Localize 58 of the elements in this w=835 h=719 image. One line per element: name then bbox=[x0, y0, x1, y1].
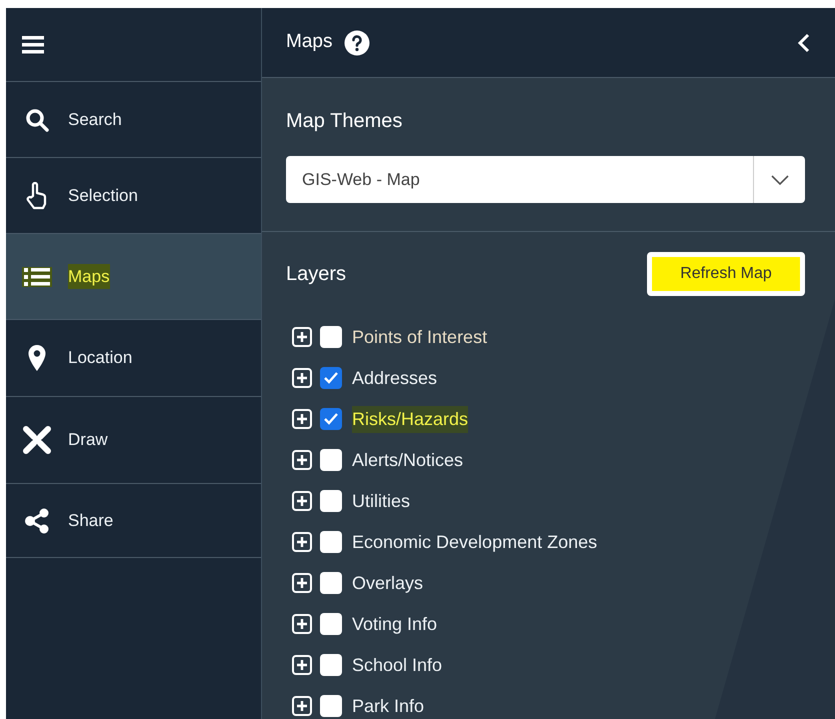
checkmark-icon bbox=[324, 372, 338, 384]
layer-label[interactable]: Alerts/Notices bbox=[352, 446, 464, 474]
section-title: Layers bbox=[286, 262, 346, 287]
help-icon[interactable] bbox=[344, 30, 370, 56]
layer-label[interactable]: Park Info bbox=[352, 692, 424, 719]
sidebar-item[interactable]: Share bbox=[6, 484, 261, 558]
pointing-hand-icon bbox=[25, 182, 49, 210]
share-icon bbox=[24, 508, 50, 534]
layer-label[interactable]: Addresses bbox=[352, 364, 438, 392]
sidebar-label: Maps bbox=[68, 264, 110, 290]
layer-checkbox[interactable] bbox=[320, 326, 342, 348]
layer-checkbox[interactable] bbox=[320, 408, 342, 430]
refresh-button[interactable]: Refresh Map bbox=[647, 252, 805, 296]
layer-label[interactable]: Economic Development Zones bbox=[352, 528, 598, 556]
layer-checkbox[interactable] bbox=[320, 367, 342, 389]
expand-icon[interactable] bbox=[292, 532, 312, 552]
sidebar-label: Draw bbox=[68, 429, 108, 452]
expand-icon[interactable] bbox=[292, 409, 312, 429]
expand-icon[interactable] bbox=[292, 655, 312, 675]
sidebar-label: Share bbox=[68, 510, 114, 532]
panel-title: Maps bbox=[286, 30, 332, 54]
chevron-down-icon[interactable] bbox=[770, 174, 788, 184]
layer-checkbox[interactable] bbox=[320, 572, 342, 594]
layer-checkbox[interactable] bbox=[320, 490, 342, 512]
layer-checkbox[interactable] bbox=[320, 613, 342, 635]
sidebar-item[interactable]: Location bbox=[6, 320, 261, 397]
expand-icon[interactable] bbox=[292, 696, 312, 716]
checkmark-icon bbox=[324, 413, 338, 425]
layer-label[interactable]: Risks/Hazards bbox=[352, 406, 468, 432]
list-icon bbox=[24, 266, 50, 286]
layer-label[interactable]: Utilities bbox=[352, 488, 410, 514]
expand-icon[interactable] bbox=[292, 450, 312, 470]
layer-label[interactable]: Voting Info bbox=[352, 610, 438, 638]
sidebar-item[interactable]: Maps bbox=[6, 234, 261, 320]
sidebar-label: Selection bbox=[68, 184, 138, 207]
location-pin-icon bbox=[27, 344, 47, 372]
expand-icon[interactable] bbox=[292, 327, 312, 347]
layer-checkbox[interactable] bbox=[320, 531, 342, 553]
sidebar-label: Search bbox=[68, 108, 122, 131]
menu-icon[interactable] bbox=[22, 36, 44, 54]
layer-label[interactable]: Overlays bbox=[352, 570, 424, 596]
layer-checkbox[interactable] bbox=[320, 695, 342, 717]
sidebar-item[interactable]: Draw bbox=[6, 397, 261, 484]
sidebar-item[interactable]: Search bbox=[6, 82, 261, 158]
search-icon bbox=[25, 108, 49, 132]
expand-icon[interactable] bbox=[292, 614, 312, 634]
expand-icon[interactable] bbox=[292, 368, 312, 388]
layer-label[interactable]: School Info bbox=[352, 652, 442, 678]
sidebar-label: Location bbox=[68, 347, 132, 370]
expand-icon[interactable] bbox=[292, 573, 312, 593]
layer-checkbox[interactable] bbox=[320, 654, 342, 676]
layer-checkbox[interactable] bbox=[320, 449, 342, 471]
layer-label[interactable]: Points of Interest bbox=[352, 324, 488, 350]
draw-tools-icon bbox=[23, 426, 51, 454]
section-title: Map Themes bbox=[286, 109, 404, 134]
expand-icon[interactable] bbox=[292, 491, 312, 511]
collapse-icon[interactable] bbox=[797, 32, 811, 52]
theme-select[interactable]: GIS-Web - Map bbox=[286, 156, 805, 203]
